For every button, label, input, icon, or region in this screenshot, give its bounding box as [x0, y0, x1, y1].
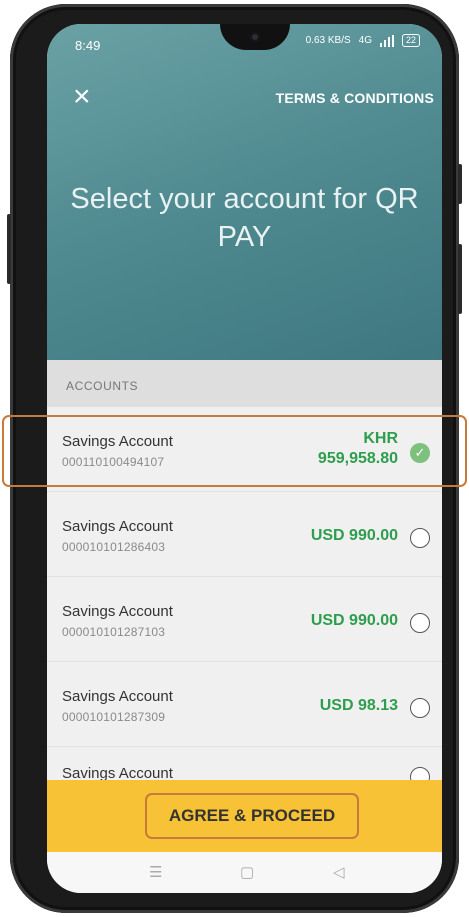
agree-proceed-button[interactable]: AGREE & PROCEED: [145, 793, 359, 839]
radio-button[interactable]: [410, 613, 430, 633]
phone-side-button: [458, 164, 462, 204]
account-row[interactable]: Savings Account 000010101286403 USD 990.…: [47, 492, 442, 577]
back-icon[interactable]: ◁: [333, 863, 345, 881]
header: × TERMS & CONDITIONS Select your account…: [47, 24, 442, 360]
account-balance: USD 98.13: [319, 697, 398, 714]
account-name: Savings Account: [62, 603, 173, 620]
phone-side-button: [458, 244, 462, 314]
menu-icon[interactable]: ☰: [149, 863, 162, 881]
account-number: 000010101286403: [62, 540, 166, 554]
phone-side-button: [7, 214, 11, 284]
account-balance: USD 990.00: [310, 612, 398, 629]
account-row[interactable]: Savings Account 000010101287309 USD 98.1…: [47, 662, 442, 747]
navigation-bar: ☰ ▢ ◁: [47, 852, 442, 893]
status-time: 8:49: [75, 38, 101, 53]
signal-icon: [379, 34, 394, 47]
camera-icon: [250, 32, 260, 42]
bottom-bar: AGREE & PROCEED: [47, 780, 442, 852]
section-label: ACCOUNTS: [66, 379, 139, 393]
account-name: Savings Account: [62, 518, 173, 535]
battery-icon: 22: [401, 34, 420, 47]
accounts-section-header: ACCOUNTS: [47, 360, 442, 407]
selected-account-highlight: [2, 415, 467, 487]
network-icon: 4G: [358, 35, 372, 46]
status-icons: 0.63 KB/S 4G 22: [306, 34, 420, 47]
terms-link[interactable]: TERMS & CONDITIONS: [276, 90, 434, 106]
page-title: Select your account for QR PAY: [70, 183, 419, 253]
account-number: 000010101287103: [62, 625, 166, 639]
account-name: Savings Account: [62, 688, 173, 705]
home-icon[interactable]: ▢: [240, 863, 254, 881]
radio-button[interactable]: [410, 698, 430, 718]
radio-button[interactable]: [410, 528, 430, 548]
account-number: 000010101287309: [62, 710, 166, 724]
close-icon[interactable]: ×: [73, 82, 91, 112]
account-row[interactable]: Savings Account 000010101287103 USD 990.…: [47, 577, 442, 662]
data-speed: 0.63 KB/S: [305, 35, 351, 46]
account-balance: USD 990.00: [310, 527, 398, 544]
